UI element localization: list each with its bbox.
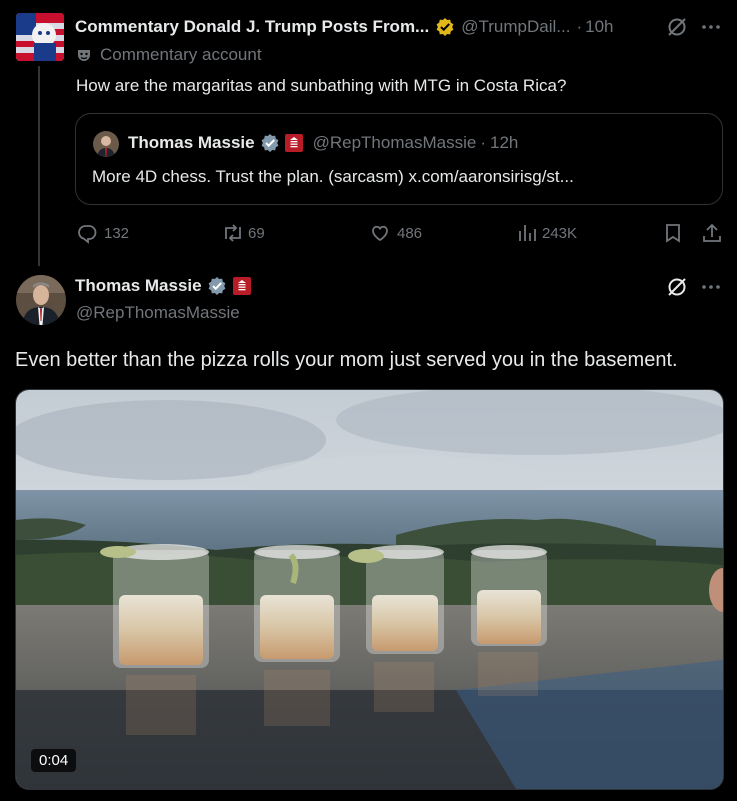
us-house-seal-icon[interactable] <box>232 277 251 295</box>
video-duration-badge: 0:04 <box>31 749 77 772</box>
share-icon[interactable] <box>701 222 723 244</box>
tweet-header: Thomas Massie <box>75 276 251 296</box>
repost-icon <box>221 222 245 244</box>
us-house-seal-icon[interactable] <box>284 134 303 152</box>
tweet-text: Even better than the pizza rolls your mo… <box>15 349 678 371</box>
views-count: 243K <box>542 224 578 242</box>
grok-icon[interactable] <box>666 276 688 298</box>
video-player[interactable] <box>15 389 724 790</box>
verified-gold-badge-icon[interactable] <box>435 17 455 37</box>
separator: · <box>480 133 486 152</box>
bookmark-icon[interactable] <box>662 222 684 244</box>
like-button[interactable]: 486 <box>369 222 422 244</box>
reply-count: 132 <box>104 224 130 242</box>
video-frame <box>16 390 723 789</box>
like-count: 486 <box>397 224 423 242</box>
timestamp[interactable]: 10h <box>585 17 613 37</box>
timestamp[interactable]: 12h <box>490 133 518 153</box>
handle[interactable]: @RepThomasMassie <box>76 303 240 323</box>
reply-button[interactable]: 132 <box>76 222 129 244</box>
avatar[interactable] <box>93 131 119 157</box>
repost-count: 69 <box>248 224 265 242</box>
views-icon <box>516 222 538 244</box>
verified-gray-badge-icon[interactable] <box>260 133 280 153</box>
display-name[interactable]: Thomas Massie <box>128 133 255 153</box>
views-button[interactable]: 243K <box>516 222 577 244</box>
commentary-label-text: Commentary account <box>100 45 262 64</box>
quote-header: Thomas Massie @RepThomasMassie · 12h <box>128 133 518 153</box>
tweet-header: Commentary Donald J. Trump Posts From...… <box>75 15 613 39</box>
quoted-tweet[interactable]: Thomas Massie @RepThomasMassie · 12h Mor… <box>75 113 723 205</box>
display-name[interactable]: Thomas Massie <box>75 276 202 296</box>
thread-connector-line <box>38 66 40 266</box>
like-icon <box>369 222 391 244</box>
more-dots-icon[interactable] <box>700 16 722 38</box>
tweet-text: How are the margaritas and sunbathing wi… <box>76 76 567 95</box>
quote-text: More 4D chess. Trust the plan. (sarcasm)… <box>92 167 574 186</box>
avatar[interactable] <box>16 13 64 61</box>
verified-gray-badge-icon[interactable] <box>207 276 227 296</box>
avatar[interactable] <box>16 275 66 325</box>
handle[interactable]: @RepThomasMassie <box>313 133 477 153</box>
grok-icon[interactable] <box>666 16 688 38</box>
separator: · <box>576 17 583 36</box>
reply-icon <box>76 222 98 244</box>
display-name[interactable]: Commentary Donald J. Trump Posts From... <box>75 17 429 37</box>
commentary-account-label: Commentary account <box>76 45 262 65</box>
handle[interactable]: @TrumpDail... <box>461 17 570 37</box>
repost-button[interactable]: 69 <box>221 222 265 244</box>
more-dots-icon[interactable] <box>700 276 722 298</box>
mask-icon <box>76 47 92 63</box>
